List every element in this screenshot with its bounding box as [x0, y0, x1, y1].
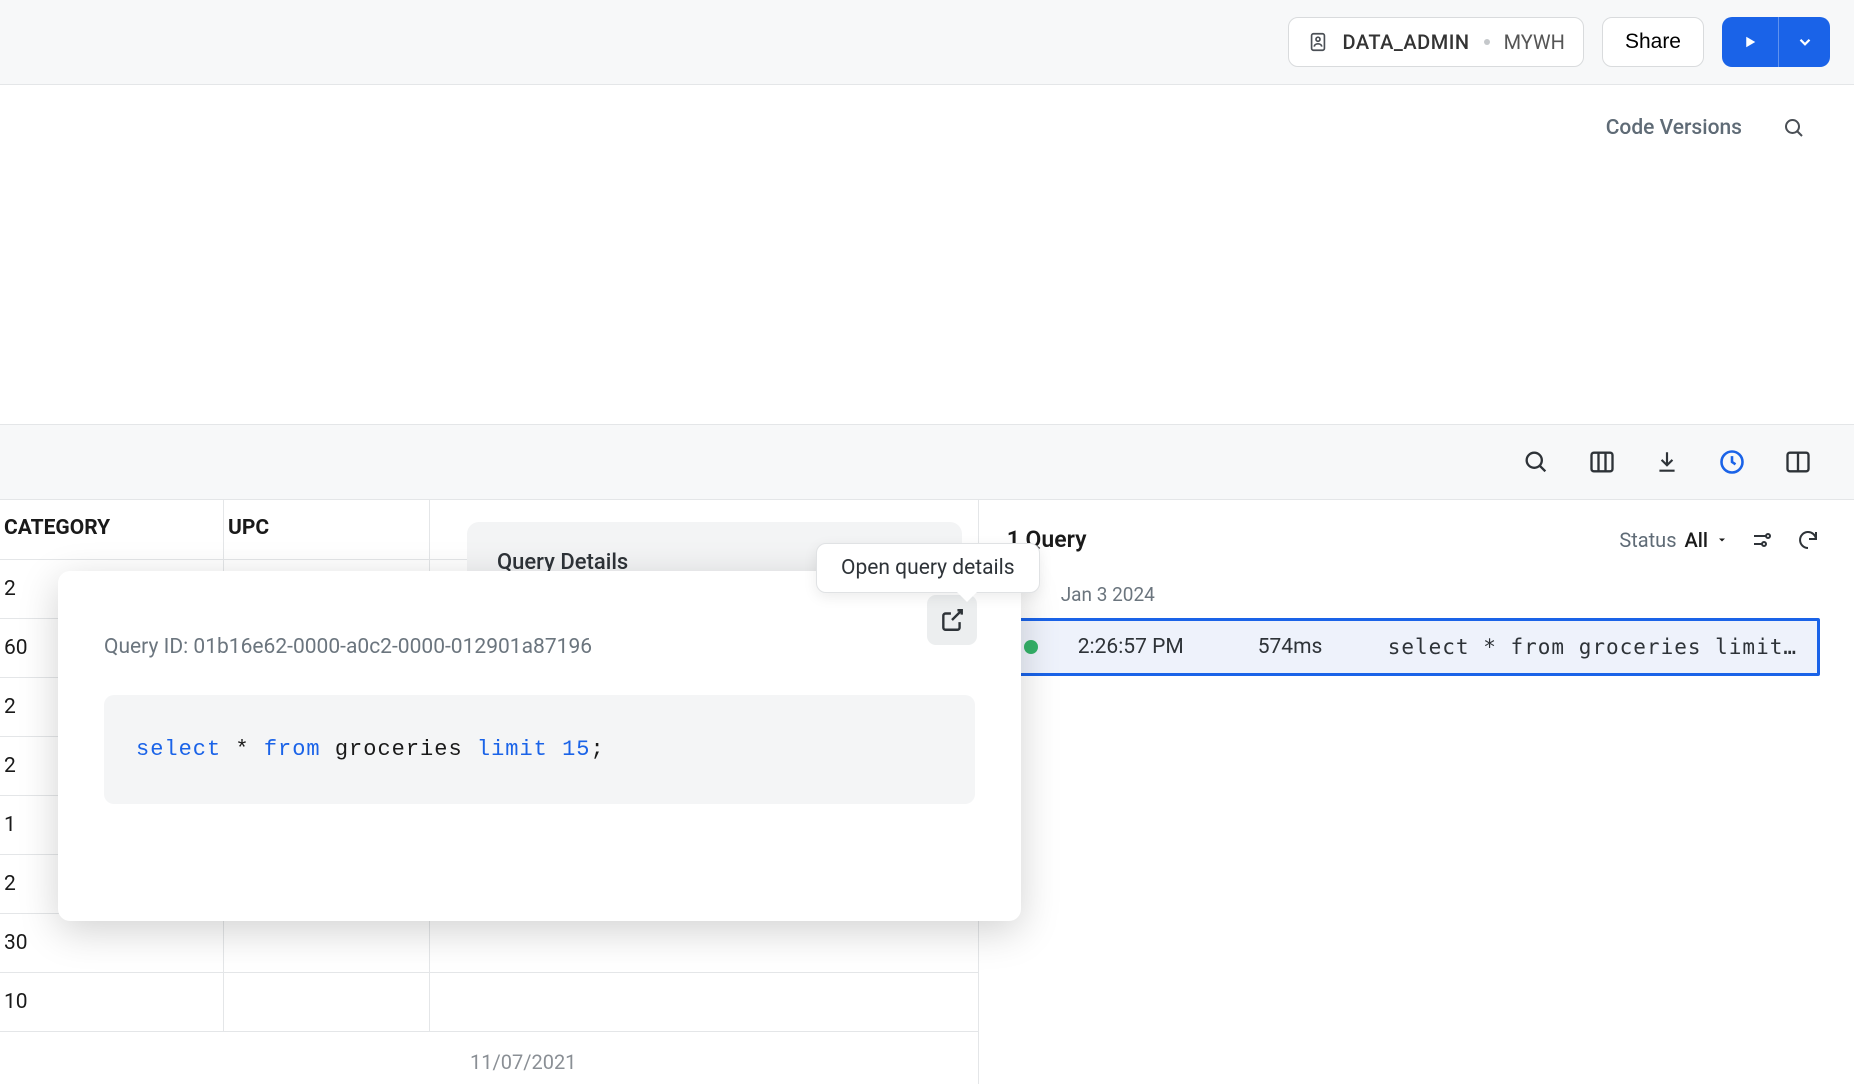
sql-keyword-from: from — [264, 737, 321, 762]
status-label: Status — [1619, 528, 1676, 552]
run-button[interactable] — [1722, 17, 1778, 67]
context-selector-button[interactable]: DATA_ADMIN MYWH — [1288, 17, 1584, 67]
columns-icon[interactable] — [1588, 448, 1616, 476]
editor-sub-toolbar: Code Versions — [0, 84, 1854, 170]
query-history-icon[interactable] — [1718, 448, 1746, 476]
status-success-icon — [1024, 640, 1038, 654]
run-button-group — [1722, 17, 1830, 67]
query-id-value: 01b16e62-0000-a0c2-0000-012901a87196 — [193, 635, 592, 659]
query-id-line: Query ID: 01b16e62-0000-a0c2-0000-012901… — [104, 635, 975, 659]
download-icon[interactable] — [1654, 449, 1680, 475]
warehouse-name: MYWH — [1504, 30, 1565, 54]
role-name: DATA_ADMIN — [1343, 30, 1470, 54]
role-badge-icon — [1307, 31, 1329, 53]
sql-semicolon: ; — [591, 737, 605, 762]
top-toolbar: DATA_ADMIN MYWH Share — [0, 0, 1854, 84]
open-query-details-button[interactable] — [927, 595, 977, 645]
sql-keyword-select: select — [136, 737, 221, 762]
sql-table-name: groceries — [335, 737, 463, 762]
cell-upc — [224, 914, 430, 972]
tooltip-text: Open query details — [841, 556, 1015, 580]
chevron-down-icon — [1796, 33, 1814, 51]
sql-keyword-limit: limit — [477, 737, 548, 762]
filter-settings-icon[interactable] — [1750, 528, 1774, 552]
search-results-icon[interactable] — [1522, 448, 1550, 476]
status-value: All — [1685, 528, 1708, 552]
obscured-date-text: 11/07/2021 — [470, 1050, 576, 1074]
table-row[interactable]: 30 — [0, 914, 978, 973]
table-row[interactable]: 10 — [0, 973, 978, 1032]
run-dropdown-button[interactable] — [1778, 17, 1830, 67]
query-sql-box: select * from groceries limit 15; — [104, 695, 975, 804]
cell-upc — [224, 973, 430, 1031]
cell-category: 10 — [0, 973, 224, 1031]
query-duration: 574ms — [1258, 635, 1348, 659]
query-id-label: Query ID: — [104, 635, 188, 659]
share-button[interactable]: Share — [1602, 17, 1704, 67]
open-query-details-tooltip: Open query details — [816, 543, 1040, 593]
cell-category: 30 — [0, 914, 224, 972]
separator-dot — [1484, 39, 1490, 45]
code-versions-button[interactable]: Code Versions — [1606, 116, 1742, 140]
play-icon — [1741, 33, 1759, 51]
query-history-row[interactable]: 2:26:57 PM 574ms select * from groceries… — [1007, 618, 1820, 676]
search-icon[interactable] — [1782, 116, 1806, 140]
external-link-icon — [939, 607, 965, 633]
column-header-upc[interactable]: UPC — [224, 500, 430, 559]
sql-star: * — [235, 737, 249, 762]
status-filter-dropdown[interactable]: Status All — [1619, 528, 1728, 552]
query-sql-preview: select * from groceries limit… — [1388, 635, 1797, 659]
query-details-popover: Query ID: 01b16e62-0000-a0c2-0000-012901… — [58, 571, 1021, 921]
query-time: 2:26:57 PM — [1078, 635, 1218, 659]
panel-layout-icon[interactable] — [1784, 448, 1812, 476]
sql-limit-number: 15 — [562, 737, 590, 762]
column-header-category[interactable]: CATEGORY — [0, 500, 224, 559]
refresh-icon[interactable] — [1796, 528, 1820, 552]
query-history-date: Jan 3 2024 — [1061, 583, 1820, 606]
results-toolbar — [0, 425, 1854, 499]
query-history-pane: 1 Query Status All Jan 3 2024 — [979, 500, 1854, 1084]
caret-down-icon — [1716, 534, 1728, 546]
sql-editor-area[interactable] — [0, 170, 1854, 425]
